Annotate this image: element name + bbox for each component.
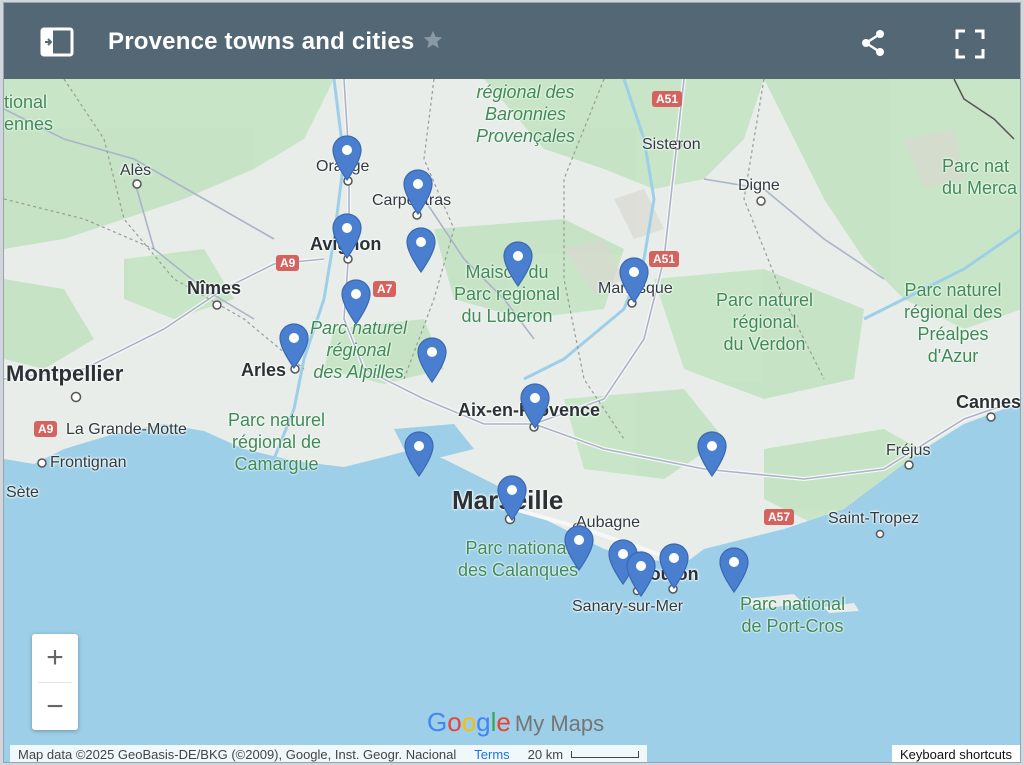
park-cevennes: tional ennes [4,92,54,134]
place-cannes: Cannes [956,392,1021,412]
my-maps-wordmark: My Maps [514,711,605,736]
map-marker-pin[interactable] [617,255,651,304]
park-port-cros: Parc national de Port-Cros [740,594,846,636]
park-baronnies: régional des Baronnies Provençales [476,82,576,146]
map-marker-pin[interactable] [339,277,373,326]
place-sanary: Sanary-sur-Mer [572,598,684,615]
place-digne: Digne [738,177,780,194]
map-canvas[interactable]: Alès Nîmes Montpellier Arles La Grande-M… [4,79,1021,762]
terms-link[interactable]: Terms [474,747,509,762]
map-marker-pin[interactable] [330,211,364,260]
park-prealpes: Parc naturel régional des Préalpes d'Azu… [904,280,1003,366]
place-frontignan: Frontignan [50,454,127,471]
place-nimes: Nîmes [187,278,242,298]
place-la-grande-motte: La Grande-Motte [66,421,187,438]
park-calanques: Parc national des Calanques [458,538,579,580]
zoom-control: + − [32,634,78,730]
road-shield-a57: A57 [764,509,795,525]
place-montpellier: Montpellier [6,361,124,386]
google-wordmark: Google [427,707,511,737]
map-marker-pin[interactable] [415,335,449,384]
place-ales: Alès [120,162,152,179]
road-shield-a9-east: A9 [276,255,300,271]
road-shield-a51-mid: A51 [649,251,680,267]
map-marker-pin[interactable] [695,429,729,478]
map-marker-pin[interactable] [402,429,436,478]
place-saint-tropez: Saint-Tropez [828,510,919,527]
map-marker-pin[interactable] [657,541,691,590]
map-marker-pin[interactable] [501,239,535,288]
scale-label: 20 km [527,747,564,762]
park-alpilles: Parc naturel régional des Alpilles [310,318,408,382]
map-header: Provence towns and cities [4,3,1020,79]
scale-bar[interactable]: 20 km [527,747,640,762]
map-title: Provence towns and cities [108,28,415,55]
zoom-out-button[interactable]: − [32,683,78,731]
map-marker-pin[interactable] [562,523,596,572]
place-sisteron: Sisteron [642,136,701,153]
map-marker-pin[interactable] [401,167,435,216]
park-mercantour: Parc nat du Merca [942,156,1018,198]
zoom-in-button[interactable]: + [32,634,78,682]
attribution-bar: Map data ©2025 GeoBasis-DE/BKG (©2009), … [10,745,648,762]
map-marker-pin[interactable] [404,225,438,274]
fullscreen-icon[interactable] [954,28,986,60]
map-marker-pin[interactable] [495,473,529,522]
google-my-maps-logo: Google My Maps [427,707,604,738]
attribution-text: Map data ©2025 GeoBasis-DE/BKG (©2009), … [18,747,457,762]
keyboard-shortcuts-button[interactable]: Keyboard shortcuts [891,745,1020,762]
map-marker-pin[interactable] [717,545,751,594]
road-shield-a9-west: A9 [34,421,58,437]
park-verdon: Parc naturel régional du Verdon [716,290,814,354]
map-frame: Provence towns and cities Alès Nîmes Mon… [3,2,1021,763]
legend-panel-icon[interactable] [40,27,74,57]
map-marker-pin[interactable] [277,321,311,370]
map-marker-pin[interactable] [624,549,658,598]
map-marker-pin[interactable] [330,133,364,182]
star-icon[interactable] [422,29,444,51]
scale-line [571,751,640,758]
road-shield-a7: A7 [373,281,397,297]
share-icon[interactable] [858,28,888,58]
map-marker-pin[interactable] [518,381,552,430]
place-frejus: Fréjus [886,442,931,459]
place-sete: Sète [6,484,39,501]
park-camargue: Parc naturel régional de Camargue [228,410,326,474]
road-shield-a51-north: A51 [652,91,683,107]
